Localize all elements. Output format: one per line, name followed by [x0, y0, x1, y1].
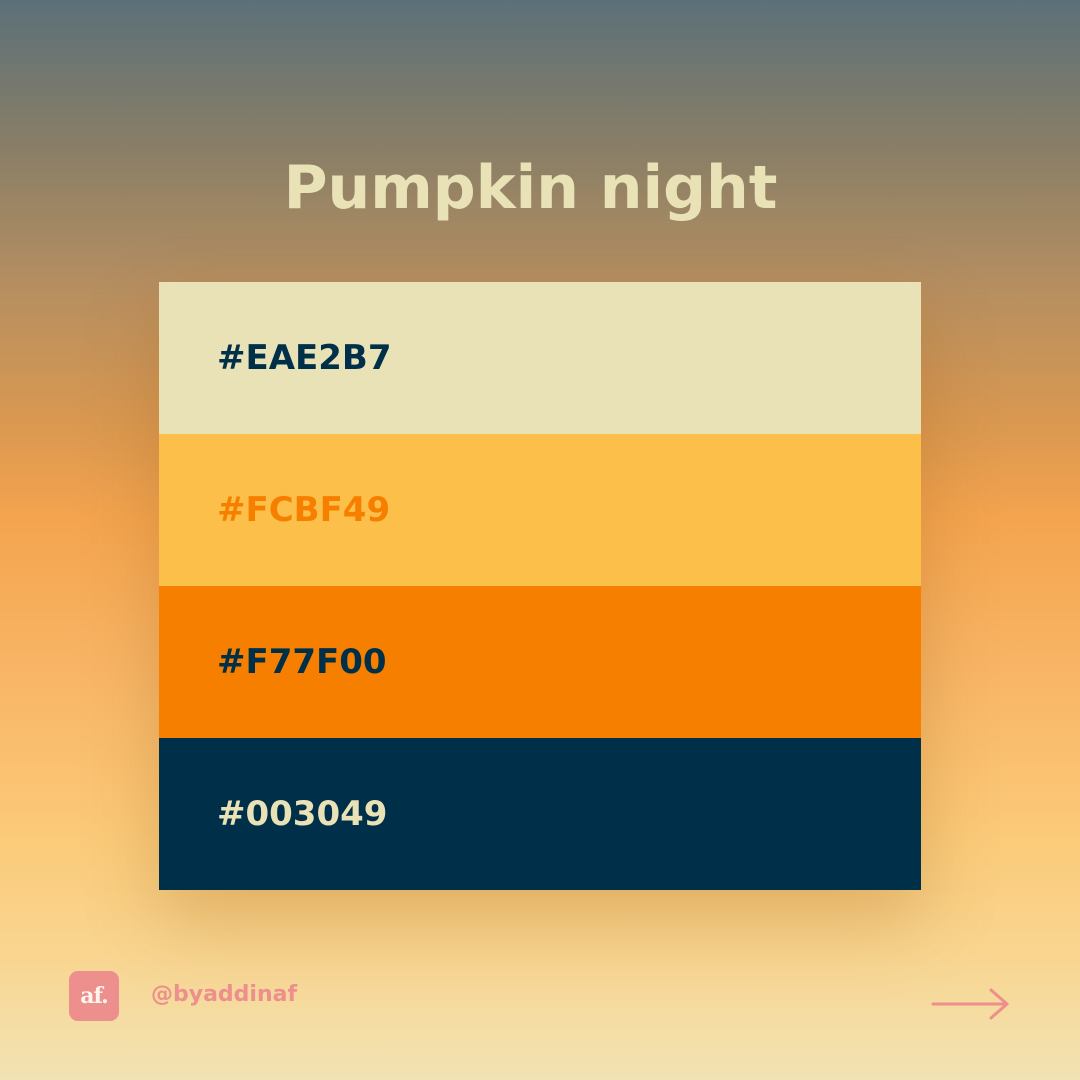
- swatch-hex-code: #F77F00: [217, 642, 387, 682]
- brand-logo: af.: [69, 971, 119, 1021]
- author-handle: @byaddinaf: [151, 982, 298, 1007]
- color-swatch: #F77F00: [159, 586, 921, 738]
- color-swatch: #EAE2B7: [159, 282, 921, 434]
- color-swatch: #003049: [159, 738, 921, 890]
- swatch-hex-code: #EAE2B7: [217, 338, 392, 378]
- arrow-right-icon[interactable]: [930, 985, 1012, 1023]
- color-palette: #EAE2B7 #FCBF49 #F77F00 #003049: [159, 282, 921, 890]
- swatch-hex-code: #FCBF49: [217, 490, 391, 530]
- swatch-hex-code: #003049: [217, 794, 388, 834]
- page-title: Pumpkin night: [283, 153, 778, 223]
- color-swatch: #FCBF49: [159, 434, 921, 586]
